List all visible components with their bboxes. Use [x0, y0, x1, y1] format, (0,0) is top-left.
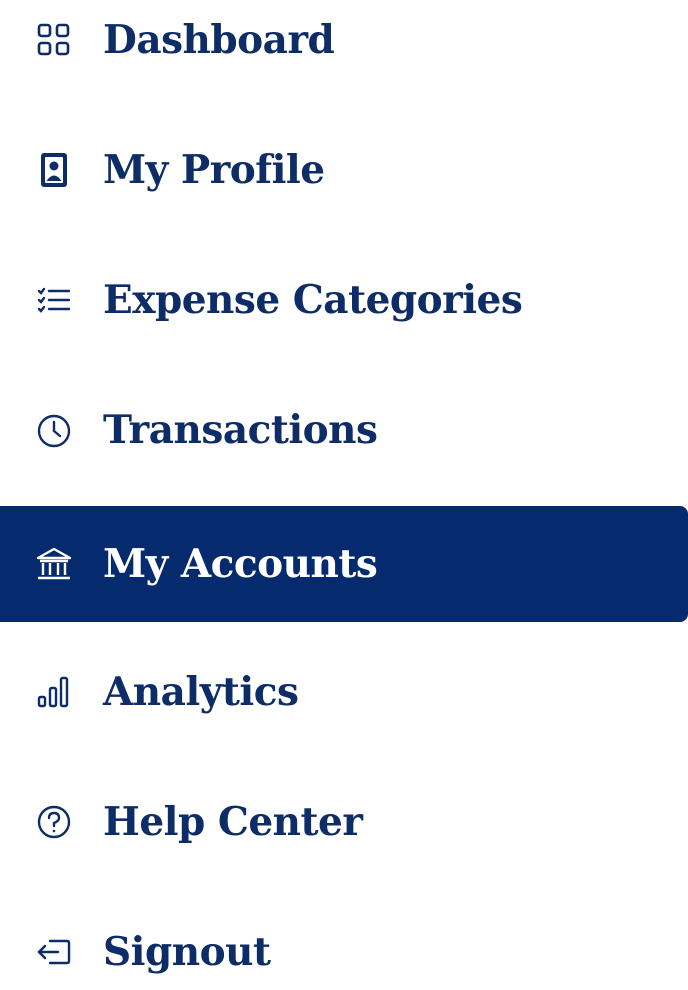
nav-item-signout[interactable]: Signout [0, 894, 688, 990]
nav-item-dashboard[interactable]: Dashboard [0, 0, 688, 98]
nav-item-transactions[interactable]: Transactions [0, 372, 688, 488]
nav-label-dashboard: Dashboard [103, 17, 335, 63]
clock-icon [34, 410, 74, 450]
nav-label-transactions: Transactions [103, 407, 378, 453]
nav-label-my-accounts: My Accounts [103, 541, 378, 587]
nav-item-analytics[interactable]: Analytics [0, 634, 688, 750]
nav-label-help-center: Help Center [103, 799, 363, 845]
bar-chart-icon [34, 672, 74, 712]
nav-label-signout: Signout [103, 929, 271, 975]
signout-icon [34, 932, 74, 972]
help-circle-icon [34, 802, 74, 842]
nav-item-expense-categories[interactable]: Expense Categories [0, 242, 688, 358]
sidebar-nav: Dashboard My Profile Expense Categories … [0, 0, 688, 990]
nav-label-analytics: Analytics [103, 669, 299, 715]
nav-label-my-profile: My Profile [103, 147, 325, 193]
nav-label-expense-categories: Expense Categories [103, 277, 523, 323]
grid-icon [34, 20, 74, 60]
list-icon [34, 280, 74, 320]
bank-icon [34, 544, 74, 584]
nav-item-my-profile[interactable]: My Profile [0, 112, 688, 228]
profile-card-icon [34, 150, 74, 190]
nav-item-help-center[interactable]: Help Center [0, 764, 688, 880]
nav-item-my-accounts[interactable]: My Accounts [0, 506, 688, 622]
